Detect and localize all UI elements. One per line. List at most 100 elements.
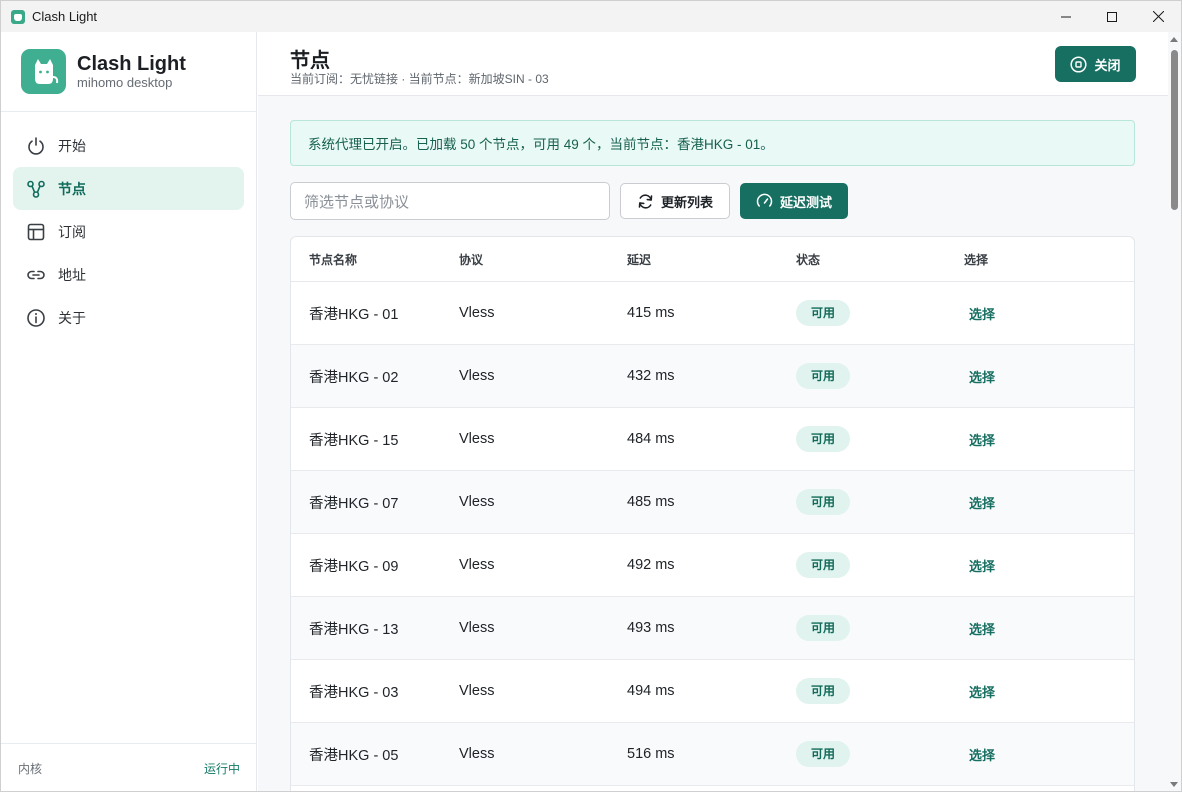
brand-name: Clash Light: [77, 52, 186, 75]
sidebar-item-subscription[interactable]: 订阅: [13, 210, 244, 253]
sidebar-item-label: 节点: [58, 180, 86, 197]
node-name: 香港HKG - 13: [309, 621, 399, 638]
info-icon: [26, 308, 46, 328]
status-badge: 可用: [796, 300, 850, 326]
table-row: 香港HKG - 03 Vless 494 ms 可用 选择: [291, 660, 1134, 723]
close-icon: [1152, 11, 1164, 22]
node-protocol: Vless: [459, 557, 495, 573]
sidebar: Clash Light mihomo desktop 开始 节点 订阅 地址 关…: [1, 32, 257, 791]
status-badge: 可用: [796, 363, 850, 389]
select-node-button[interactable]: 选择: [964, 496, 995, 511]
node-name: 香港HKG - 01: [309, 306, 399, 323]
status-badge: 可用: [796, 489, 850, 515]
table-row: 香港HKG - 02 Vless 432 ms 可用 选择: [291, 345, 1134, 408]
minimize-button[interactable]: [1043, 1, 1089, 32]
scroll-thumb[interactable]: [1171, 50, 1178, 210]
node-latency: 485 ms: [627, 494, 675, 510]
search-input[interactable]: 筛选节点或协议: [290, 182, 610, 220]
link-icon: [26, 265, 46, 285]
maximize-icon: [1107, 11, 1117, 22]
select-node-button[interactable]: 选择: [964, 370, 995, 385]
cat-logo-icon: [21, 49, 66, 94]
window-controls: [1043, 1, 1181, 32]
title-bar: Clash Light: [1, 1, 1181, 32]
select-node-button[interactable]: 选择: [964, 307, 995, 322]
node-name: 香港HKG - 15: [309, 432, 399, 449]
close-proxy-button[interactable]: 关闭: [1055, 46, 1136, 82]
window-title: Clash Light: [32, 9, 98, 24]
maximize-button[interactable]: [1089, 1, 1135, 32]
close-proxy-label: 关闭: [1094, 57, 1121, 73]
status-badge: 可用: [796, 615, 850, 641]
node-protocol: Vless: [459, 494, 495, 510]
node-name: 香港HKG - 05: [309, 747, 399, 764]
table-row: 香港HKG - 09 Vless 492 ms 可用 选择: [291, 534, 1134, 597]
node-latency: 516 ms: [627, 746, 675, 762]
node-latency: 415 ms: [627, 305, 675, 321]
minimize-icon: [1061, 16, 1071, 17]
sidebar-item-address[interactable]: 地址: [13, 253, 244, 296]
status-badge: 可用: [796, 678, 850, 704]
page-meta: 当前订阅：无忧链接 · 当前节点：新加坡SIN - 03: [290, 72, 549, 86]
node-latency: 484 ms: [627, 431, 675, 447]
sidebar-item-label: 关于: [58, 309, 86, 326]
nodes-table: 节点名称 协议 延迟 状态 选择 香港HKG - 01 Vless 415 ms…: [290, 236, 1135, 791]
node-latency: 493 ms: [627, 620, 675, 636]
core-label: 内核: [18, 761, 43, 776]
select-node-button[interactable]: 选择: [964, 559, 995, 574]
power-icon: [26, 136, 46, 156]
scroll-down-arrow-icon[interactable]: [1170, 782, 1178, 787]
sidebar-item-nodes[interactable]: 节点: [13, 167, 244, 210]
column-header-name: 节点名称: [309, 252, 358, 267]
sidebar-item-label: 开始: [58, 137, 86, 154]
status-badge: 可用: [796, 741, 850, 767]
search-placeholder: 筛选节点或协议: [304, 193, 410, 211]
node-name: 香港HKG - 03: [309, 684, 399, 701]
core-status: 运行中: [203, 761, 240, 776]
page-title: 节点: [290, 50, 330, 72]
stop-icon: [1070, 55, 1088, 73]
app-window: Clash Light Clash Light mihomo desktop 开…: [0, 0, 1182, 792]
node-protocol: Vless: [459, 683, 495, 699]
node-latency: 432 ms: [627, 368, 675, 384]
status-badge: 可用: [796, 552, 850, 578]
refresh-list-button[interactable]: 更新列表: [620, 183, 730, 219]
toolbar: 筛选节点或协议 更新列表 延迟测试: [290, 182, 1135, 220]
vertical-scrollbar[interactable]: [1168, 32, 1181, 791]
select-node-button[interactable]: 选择: [964, 748, 995, 763]
latency-test-button[interactable]: 延迟测试: [740, 183, 848, 219]
node-protocol: Vless: [459, 368, 495, 384]
table-row: 香港HKG - 01 Vless 415 ms 可用 选择: [291, 282, 1134, 345]
latency-test-label: 延迟测试: [779, 194, 832, 210]
status-badge: 可用: [796, 426, 850, 452]
window-close-button[interactable]: [1135, 1, 1181, 32]
column-header-select: 选择: [964, 252, 989, 267]
refresh-icon: [637, 193, 654, 210]
column-header-status: 状态: [796, 252, 821, 267]
select-node-button[interactable]: 选择: [964, 622, 995, 637]
sidebar-item-about[interactable]: 关于: [13, 296, 244, 339]
page-header: 节点 当前订阅：无忧链接 · 当前节点：新加坡SIN - 03 关闭: [258, 32, 1169, 96]
scroll-up-arrow-icon[interactable]: [1170, 37, 1178, 42]
node-latency: 494 ms: [627, 683, 675, 699]
select-node-button[interactable]: 选择: [964, 433, 995, 448]
subscription-icon: [26, 222, 46, 242]
table-row: 香港HKG - 15 Vless 484 ms 可用 选择: [291, 408, 1134, 471]
table-row: 香港HKG - 07 Vless 485 ms 可用 选择: [291, 471, 1134, 534]
node-name: 香港HKG - 07: [309, 495, 399, 512]
brand: Clash Light mihomo desktop: [1, 32, 256, 112]
select-node-button[interactable]: 选择: [964, 685, 995, 700]
sidebar-item-label: 地址: [58, 266, 86, 283]
node-protocol: Vless: [459, 431, 495, 447]
nodes-icon: [26, 179, 46, 199]
node-protocol: Vless: [459, 305, 495, 321]
gauge-icon: [756, 193, 773, 210]
sidebar-item-start[interactable]: 开始: [13, 124, 244, 167]
status-alert-text: 系统代理已开启。已加载 50 个节点，可用 49 个，当前节点：香港HKG - …: [308, 137, 774, 152]
node-name: 香港HKG - 09: [309, 558, 399, 575]
table-row: 香港HKG - 13 Vless 493 ms 可用 选择: [291, 597, 1134, 660]
status-alert: 系统代理已开启。已加载 50 个节点，可用 49 个，当前节点：香港HKG - …: [290, 120, 1135, 166]
node-name: 香港HKG - 02: [309, 369, 399, 386]
column-header-latency: 延迟: [627, 252, 652, 267]
table-header: 节点名称 协议 延迟 状态 选择: [291, 237, 1134, 282]
